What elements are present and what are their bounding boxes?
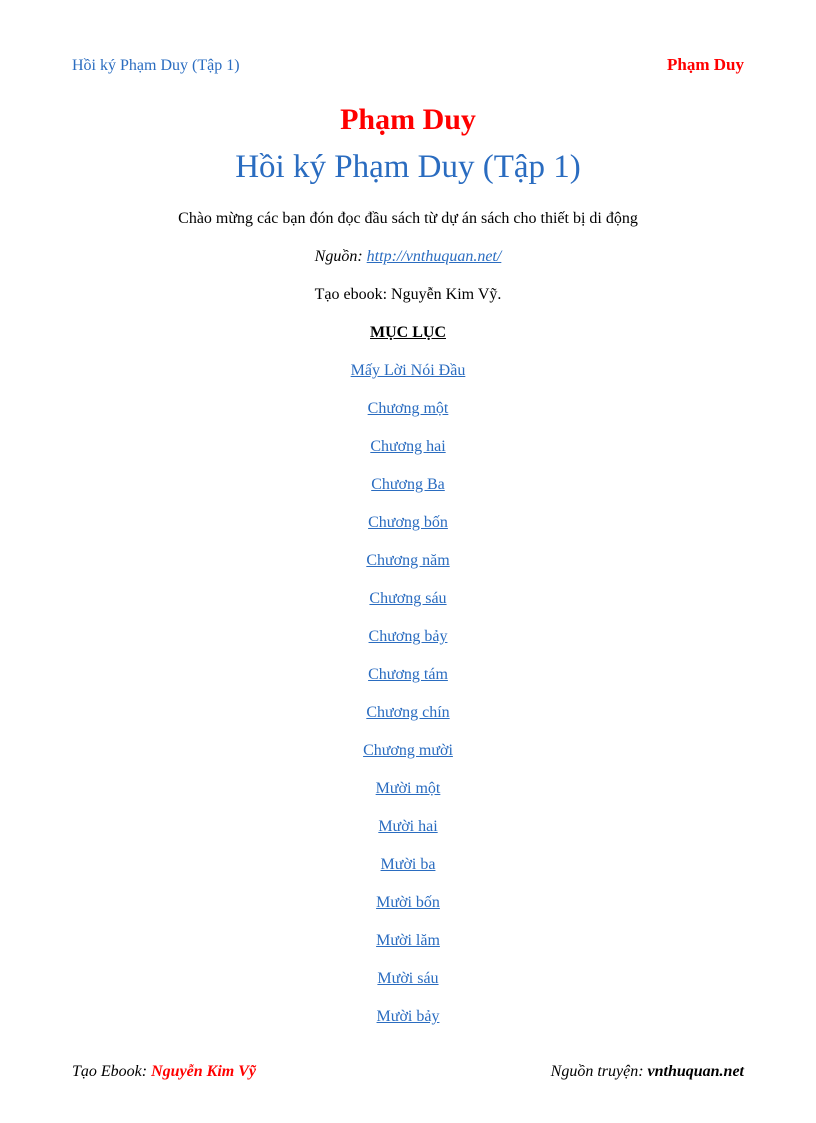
footer-site: vnthuquan.net (648, 1063, 744, 1080)
creator-line: Tạo ebook: Nguyễn Kim Vỹ. (72, 286, 744, 304)
toc-item[interactable]: Mười một (72, 780, 744, 798)
footer-creator: Nguyễn Kim Vỹ (151, 1063, 256, 1080)
page-footer: Tạo Ebook: Nguyễn Kim Vỹ Nguồn truyện: v… (72, 1063, 744, 1081)
toc-item[interactable]: Mười ba (72, 856, 744, 874)
toc-item[interactable]: Chương hai (72, 438, 744, 456)
footer-right-label: Nguồn truyện: (551, 1063, 648, 1080)
source-line: Nguồn: http://vnthuquan.net/ (72, 248, 744, 266)
welcome-line: Chào mừng các bạn đón đọc đầu sách từ dự… (72, 210, 744, 228)
source-link[interactable]: http://vnthuquan.net/ (367, 248, 502, 265)
toc-item[interactable]: Chương sáu (72, 590, 744, 608)
toc-item[interactable]: Chương một (72, 400, 744, 418)
toc-item[interactable]: Mười hai (72, 818, 744, 836)
footer-right: Nguồn truyện: vnthuquan.net (551, 1063, 744, 1081)
title-author: Phạm Duy (72, 103, 744, 137)
toc-item[interactable]: Mười sáu (72, 970, 744, 988)
title-book: Hồi ký Phạm Duy (Tập 1) (72, 149, 744, 186)
toc-item[interactable]: Chương bảy (72, 628, 744, 646)
source-label: Nguồn: (315, 248, 367, 265)
page-header: Hồi ký Phạm Duy (Tập 1) Phạm Duy (72, 55, 744, 75)
toc-item[interactable]: Mười lăm (72, 932, 744, 950)
toc-item[interactable]: Chương bốn (72, 514, 744, 532)
header-author-right: Phạm Duy (667, 55, 744, 75)
footer-left: Tạo Ebook: Nguyễn Kim Vỹ (72, 1063, 256, 1081)
toc-item[interactable]: Mấy Lời Nói Đầu (72, 362, 744, 380)
toc-item[interactable]: Chương mười (72, 742, 744, 760)
toc-item[interactable]: Mười bảy (72, 1008, 744, 1026)
header-title-left: Hồi ký Phạm Duy (Tập 1) (72, 57, 240, 75)
toc-item[interactable]: Chương Ba (72, 476, 744, 494)
toc-item[interactable]: Chương năm (72, 552, 744, 570)
toc-item[interactable]: Chương chín (72, 704, 744, 722)
toc-heading: MỤC LỤC (72, 324, 744, 342)
toc-list: Mấy Lời Nói Đầu Chương một Chương hai Ch… (72, 362, 744, 1026)
toc-item[interactable]: Mười bốn (72, 894, 744, 912)
footer-left-label: Tạo Ebook: (72, 1063, 151, 1080)
toc-item[interactable]: Chương tám (72, 666, 744, 684)
